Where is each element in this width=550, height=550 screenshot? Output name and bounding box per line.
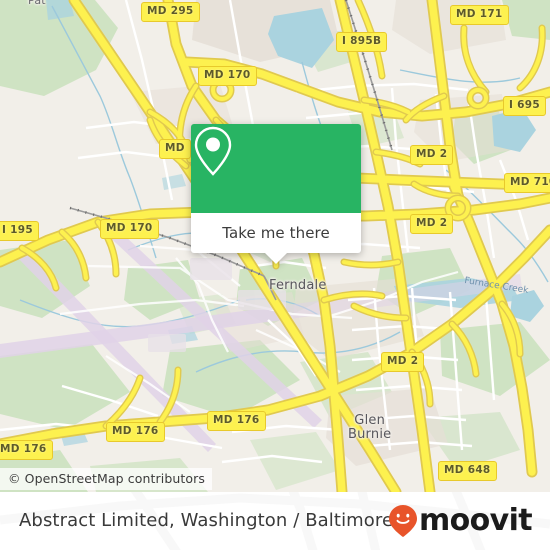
road-shield[interactable]: I 895B <box>336 32 388 52</box>
map-pin-icon <box>194 126 232 176</box>
road-shield[interactable]: MD <box>159 139 191 159</box>
osm-attribution[interactable]: © OpenStreetMap contributors <box>0 468 213 490</box>
popup-header <box>191 124 361 213</box>
footer-bar: Abstract Limited, Washington / Baltimore… <box>0 492 550 550</box>
road-shield[interactable]: MD 170 <box>100 219 159 239</box>
road-shield[interactable]: MD 171 <box>450 5 509 25</box>
popup-tail <box>265 253 287 264</box>
place-label-glen-burnie: Glen Burnie <box>348 413 392 442</box>
road-shield[interactable]: MD 710 <box>504 173 550 193</box>
page-title: Abstract Limited, Washington / Baltimore <box>19 510 394 531</box>
road-shield[interactable]: MD 2 <box>381 352 425 372</box>
moovit-logo[interactable]: moovit <box>388 503 533 538</box>
road-shield[interactable]: MD 176 <box>0 440 53 460</box>
moovit-wordmark: moovit <box>418 503 533 538</box>
map-canvas[interactable]: MD 295 I 895B MD 171 MD 170 I 695 MD MD … <box>0 0 550 492</box>
road-shield[interactable]: I 195 <box>0 221 39 241</box>
popup-action-label: Take me there <box>222 224 330 242</box>
road-shield[interactable]: MD 176 <box>207 411 266 431</box>
location-popup-card[interactable]: Take me there <box>191 124 361 264</box>
road-shield[interactable]: MD 176 <box>106 422 165 442</box>
popup-action-button[interactable]: Take me there <box>191 213 361 253</box>
place-label-patapsco: Pat <box>28 0 46 7</box>
map-screenshot: MD 295 I 895B MD 171 MD 170 I 695 MD MD … <box>0 0 550 550</box>
road-shield[interactable]: MD 295 <box>141 2 200 22</box>
moovit-smiling-pin-icon <box>388 505 417 537</box>
place-label-ferndale: Ferndale <box>269 278 327 293</box>
road-shield[interactable]: MD 170 <box>198 66 257 86</box>
road-shield[interactable]: MD 2 <box>410 145 454 165</box>
road-shield[interactable]: MD 2 <box>410 214 454 234</box>
road-shield[interactable]: MD 648 <box>438 461 497 481</box>
road-shield[interactable]: I 695 <box>503 96 546 116</box>
